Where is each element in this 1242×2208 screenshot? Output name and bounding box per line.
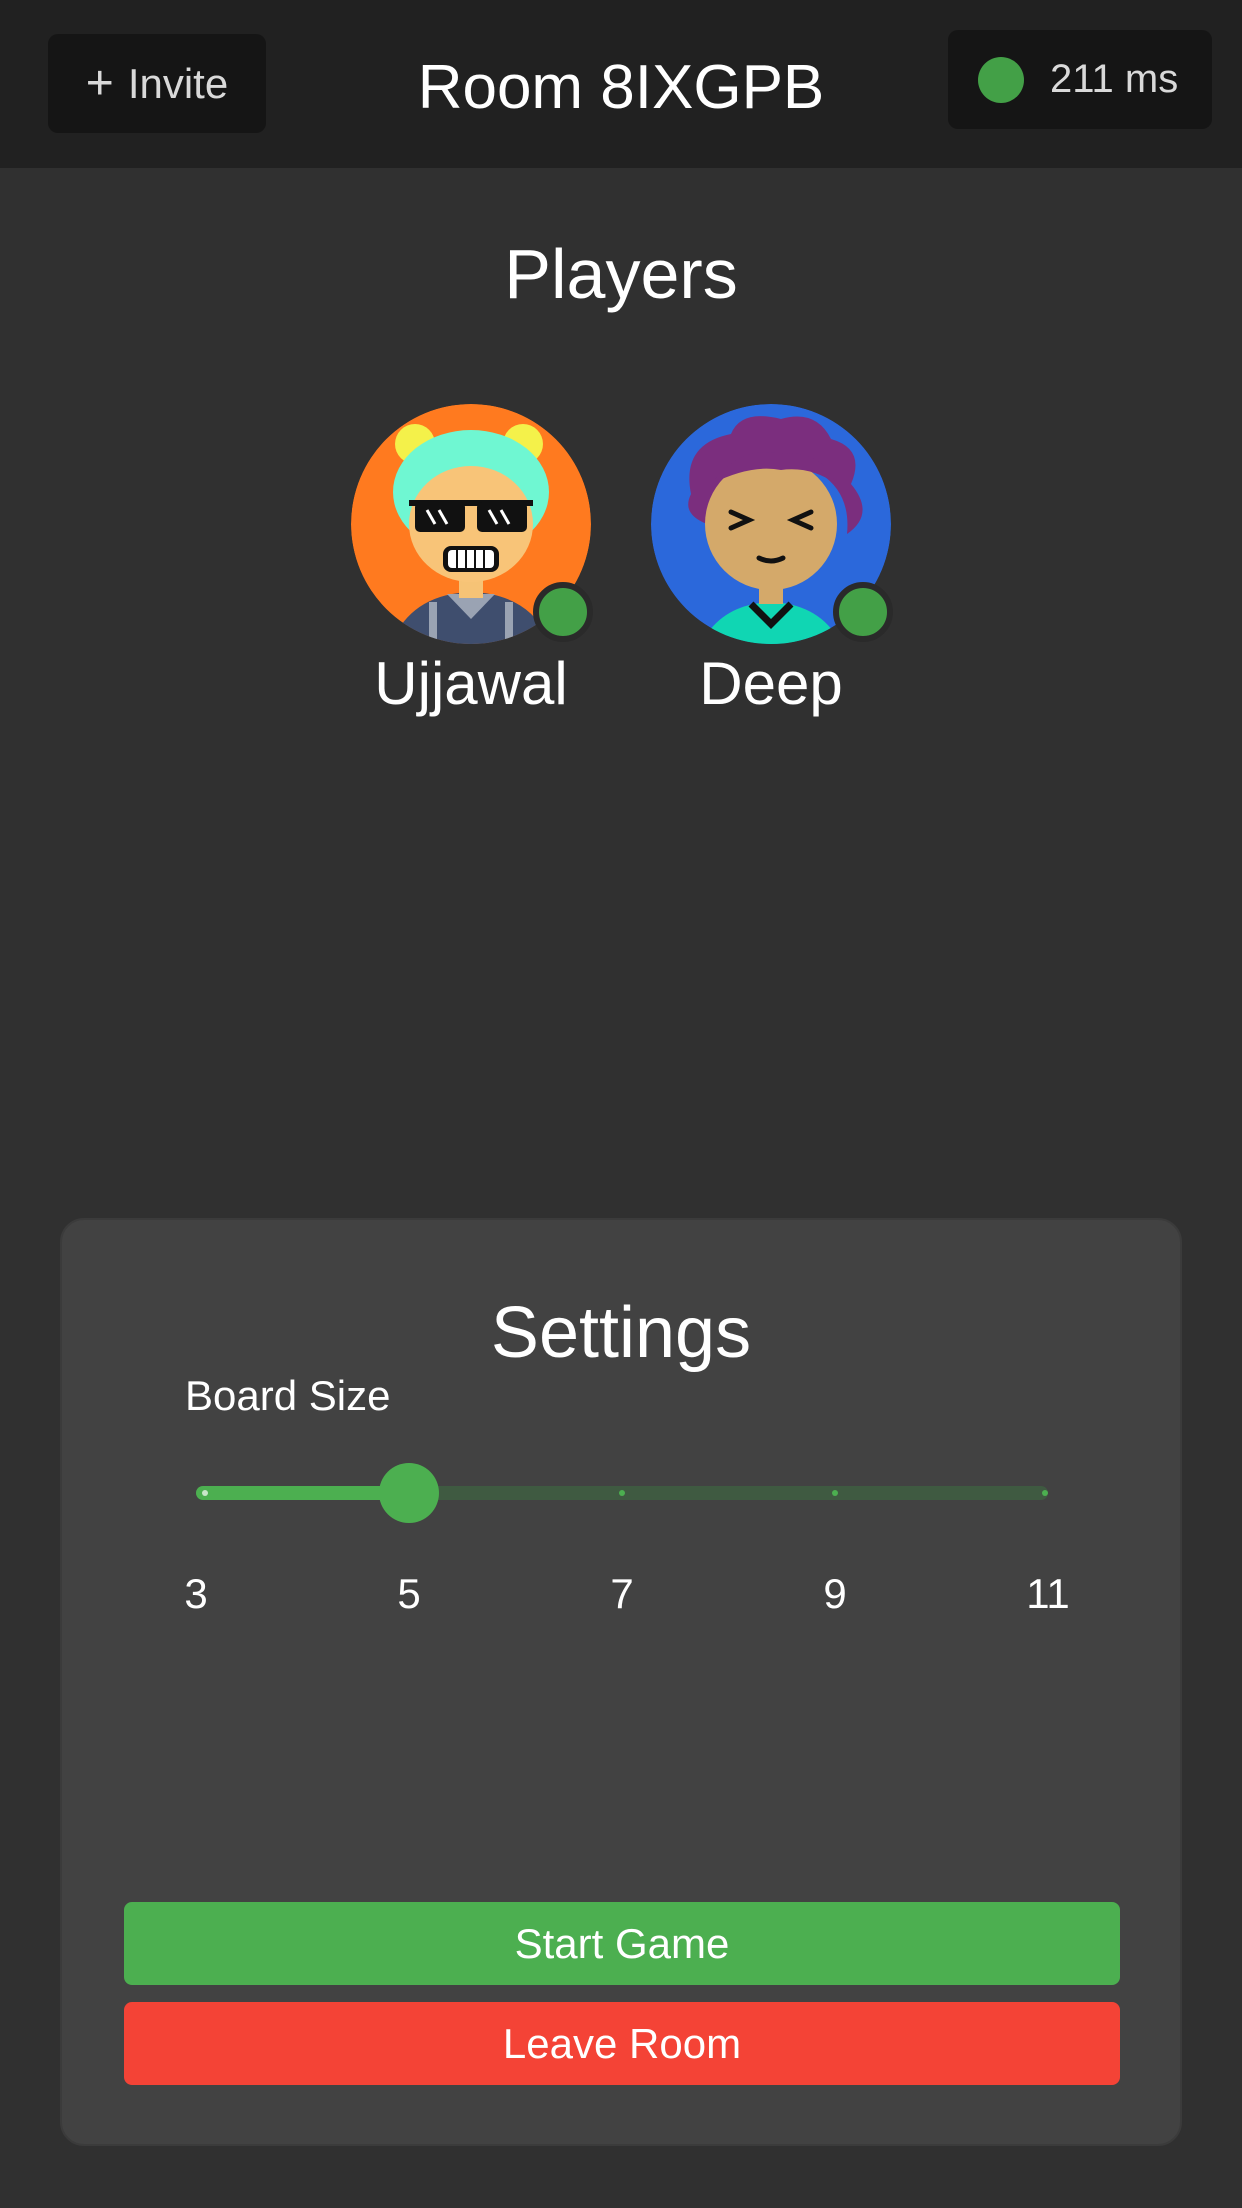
slider-mark [1041,1490,1048,1496]
player-name: Ujjawal [374,650,568,717]
slider-mark-label: 9 [823,1570,847,1617]
players-heading: Players [504,235,738,313]
online-status-icon [533,582,593,642]
player-card: Deep [651,404,893,724]
board-size-slider[interactable] [196,1463,1048,1523]
player-name: Deep [699,650,843,717]
start-game-button[interactable]: Start Game [124,1902,1120,1985]
avatar [651,404,893,644]
slider-thumb[interactable] [379,1463,439,1523]
slider-mark-labels: 3 5 7 9 11 [184,1570,1069,1620]
board-size-label: Board Size [185,1372,391,1419]
slider-mark-label: 3 [184,1570,208,1617]
settings-heading: Settings [490,1293,752,1373]
ping-value: 211 ms [1050,57,1179,101]
slider-mark [832,1490,838,1496]
top-bar: + Invite Room 8IXGPB 211 ms [0,0,1242,168]
player-card: Ujjawal [351,404,593,724]
slider-mark [201,1490,208,1496]
connection-status-icon [978,56,1024,103]
slider-fill [196,1486,409,1500]
slider-mark-label: 5 [397,1570,421,1617]
avatar [351,404,593,644]
leave-room-button[interactable]: Leave Room [124,2002,1120,2085]
online-status-icon [833,582,893,642]
settings-panel: Settings Board Size 3 5 7 9 11 Start Game Le… [60,1218,1182,2146]
ping-indicator: 211 ms [948,30,1212,129]
slider-mark-label: 11 [1026,1570,1070,1617]
slider-mark [619,1490,625,1496]
slider-mark-label: 7 [610,1570,634,1617]
